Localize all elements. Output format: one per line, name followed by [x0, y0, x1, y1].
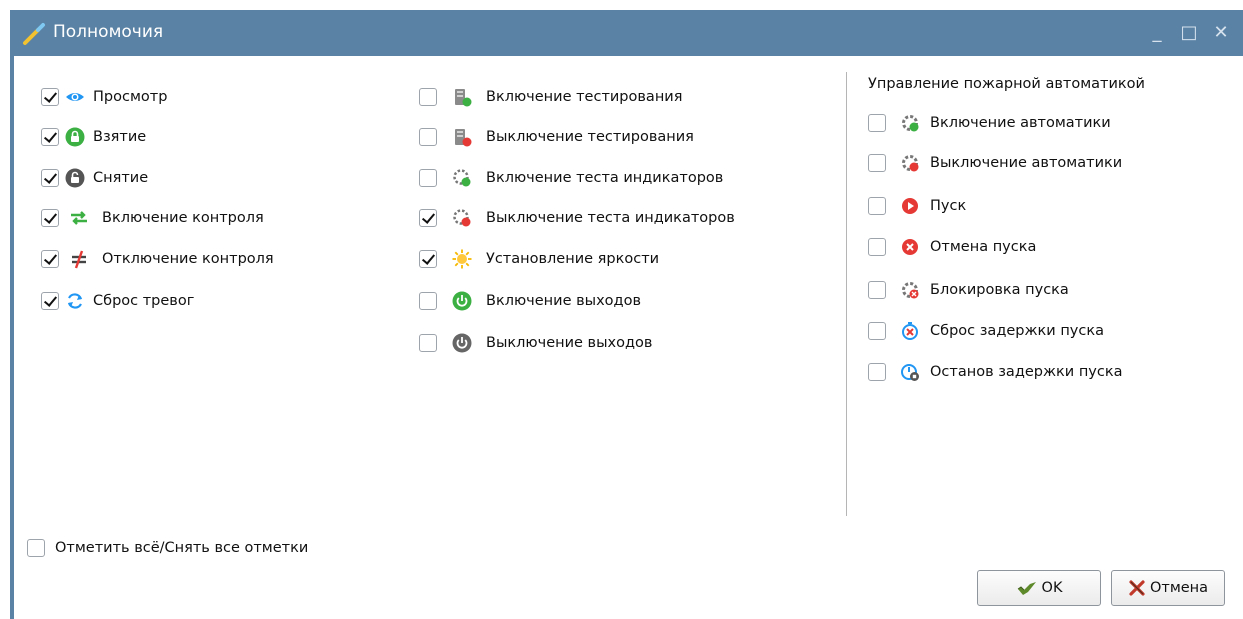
- play-icon: [902, 198, 918, 214]
- perm-brightness[interactable]: Установление яркости: [419, 248, 659, 270]
- perm-enable-control[interactable]: Включение контроля: [41, 207, 264, 229]
- perm-label: Включение контроля: [102, 210, 264, 226]
- perm-label: Сброс тревог: [93, 293, 195, 309]
- lock-closed-icon: [65, 127, 85, 147]
- lock-open-icon: [65, 168, 85, 188]
- perm-label: Отмена пуска: [930, 239, 1037, 255]
- power-off-icon: [452, 333, 472, 353]
- checkbox[interactable]: [868, 281, 886, 299]
- select-all-checkbox[interactable]: [27, 539, 45, 557]
- close-button[interactable]: ✕: [1210, 21, 1232, 45]
- checkbox[interactable]: [868, 114, 886, 132]
- perm-reset-alarms[interactable]: Сброс тревог: [41, 290, 194, 312]
- maximize-button[interactable]: □: [1178, 21, 1200, 45]
- checkbox[interactable]: [41, 292, 59, 310]
- perm-label: Включение автоматики: [930, 115, 1111, 131]
- perm-label: Установление яркости: [486, 251, 660, 267]
- gear-block-icon: [902, 282, 919, 299]
- checkbox[interactable]: [868, 322, 886, 340]
- gear-on-icon: [902, 115, 919, 132]
- perm-automation-on[interactable]: Включение автоматики: [868, 112, 1111, 134]
- cancel-icon: [902, 239, 918, 255]
- checkbox[interactable]: [868, 238, 886, 256]
- perm-label: Включение теста индикаторов: [486, 170, 724, 186]
- ok-label: OK: [1041, 580, 1063, 596]
- perm-disable-control[interactable]: Отключение контроля: [41, 248, 274, 270]
- perm-automation-off[interactable]: Выключение автоматики: [868, 152, 1122, 174]
- perm-label: Отключение контроля: [102, 251, 274, 267]
- select-all-label: Отметить всё/Снять все отметки: [55, 540, 309, 556]
- perm-label: Просмотр: [93, 89, 168, 105]
- perm-disarm[interactable]: Снятие: [41, 167, 148, 189]
- cross-icon: [1129, 580, 1145, 596]
- perm-test-off[interactable]: Выключение тестирования: [419, 126, 694, 148]
- perm-label: Включение тестирования: [486, 89, 683, 105]
- perm-arm[interactable]: Взятие: [41, 126, 146, 148]
- checkbox[interactable]: [868, 363, 886, 381]
- select-all[interactable]: Отметить всё/Снять все отметки: [27, 537, 308, 559]
- perm-label: Снятие: [93, 170, 149, 186]
- refresh-icon: [67, 293, 83, 309]
- checkbox[interactable]: [868, 154, 886, 172]
- checkbox[interactable]: [41, 209, 59, 227]
- perm-label: Выключение теста индикаторов: [486, 210, 735, 226]
- timer-reset-icon: [902, 322, 918, 340]
- perm-reset-start-delay[interactable]: Сброс задержки пуска: [868, 320, 1104, 342]
- perm-outputs-off[interactable]: Выключение выходов: [419, 332, 652, 354]
- checkbox[interactable]: [868, 197, 886, 215]
- indicator-test-off-icon: [453, 209, 471, 227]
- checkbox[interactable]: [419, 169, 437, 187]
- perm-start[interactable]: Пуск: [868, 195, 966, 217]
- perm-label: Сброс задержки пуска: [930, 323, 1104, 339]
- checkbox[interactable]: [419, 209, 437, 227]
- perm-label: Останов задержки пуска: [930, 364, 1123, 380]
- perm-label: Включение выходов: [486, 293, 641, 309]
- window-border: [10, 56, 14, 619]
- perm-label: Пуск: [930, 198, 967, 214]
- checkbox[interactable]: [41, 88, 59, 106]
- device-test-on-icon: [455, 89, 472, 107]
- not-equal-icon: [72, 250, 86, 269]
- checkbox[interactable]: [419, 250, 437, 268]
- eye-icon: [66, 93, 84, 101]
- power-on-icon: [452, 291, 472, 311]
- device-test-off-icon: [455, 129, 472, 147]
- indicator-test-on-icon: [453, 169, 471, 187]
- perm-label: Выключение тестирования: [486, 129, 694, 145]
- cancel-button[interactable]: Отмена: [1111, 570, 1225, 606]
- title-bar[interactable]: Полномочия _ □ ✕: [10, 10, 1243, 56]
- perm-indicator-test-off[interactable]: Выключение теста индикаторов: [419, 207, 735, 229]
- checkbox[interactable]: [419, 88, 437, 106]
- perm-label: Блокировка пуска: [930, 282, 1069, 298]
- checkbox[interactable]: [41, 128, 59, 146]
- perm-test-on[interactable]: Включение тестирования: [419, 86, 682, 108]
- gear-off-icon: [902, 155, 919, 172]
- checkbox[interactable]: [419, 292, 437, 310]
- ok-button[interactable]: OK: [977, 570, 1101, 606]
- perm-label: Выключение автоматики: [930, 155, 1123, 171]
- permissions-dialog: Полномочия _ □ ✕ Просмотр Взятие Снятие: [0, 0, 1243, 619]
- check-arrow-icon: [1017, 582, 1036, 595]
- cancel-label: Отмена: [1149, 580, 1209, 596]
- timer-stop-icon: [901, 364, 919, 381]
- perm-view[interactable]: Просмотр: [41, 86, 167, 108]
- arrows-exchange-icon: [71, 211, 87, 225]
- sun-icon: [452, 249, 472, 269]
- perm-indicator-test-on[interactable]: Включение теста индикаторов: [419, 167, 723, 189]
- fire-automation-title: Управление пожарной автоматикой: [868, 76, 1145, 92]
- column-divider: [846, 72, 847, 516]
- perm-label: Выключение выходов: [486, 335, 653, 351]
- checkbox[interactable]: [419, 128, 437, 146]
- minimize-button[interactable]: _: [1146, 21, 1168, 45]
- checkbox[interactable]: [41, 250, 59, 268]
- checkbox[interactable]: [41, 169, 59, 187]
- perm-label: Взятие: [93, 129, 147, 145]
- perm-cancel-start[interactable]: Отмена пуска: [868, 236, 1036, 258]
- wand-icon: [23, 23, 45, 45]
- perm-stop-start-delay[interactable]: Останов задержки пуска: [868, 361, 1123, 383]
- perm-block-start[interactable]: Блокировка пуска: [868, 279, 1069, 301]
- checkbox[interactable]: [419, 334, 437, 352]
- perm-outputs-on[interactable]: Включение выходов: [419, 290, 641, 312]
- window-title: Полномочия: [53, 22, 164, 42]
